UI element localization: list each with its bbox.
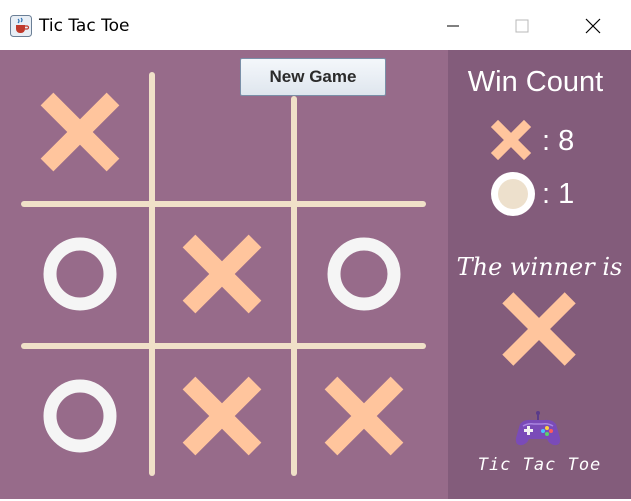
board-cell-4[interactable] — [30, 224, 130, 324]
x-mark — [182, 234, 262, 314]
board-cell-6[interactable] — [314, 224, 414, 324]
score-row-o: : 1 — [488, 168, 608, 218]
gamepad-icon — [515, 411, 561, 446]
board-cell-5[interactable] — [172, 224, 272, 324]
board-cell-2[interactable] — [172, 82, 272, 182]
score-row-x: : 8 — [488, 115, 608, 165]
winner-x-mark — [502, 292, 576, 366]
score-o-value: : 1 — [542, 178, 575, 210]
o-mark — [327, 237, 401, 311]
board-cell-7[interactable] — [30, 366, 130, 466]
x-mark-icon — [490, 119, 532, 161]
minimize-icon — [447, 25, 459, 27]
board-cell-8[interactable] — [172, 366, 272, 466]
java-cup-icon — [10, 15, 32, 37]
new-game-button[interactable]: New Game — [240, 58, 386, 96]
score-x-value: : 8 — [542, 125, 575, 157]
grid-line-vertical-1 — [149, 72, 155, 476]
grid-line-vertical-2 — [291, 96, 297, 476]
maximize-icon — [515, 19, 529, 33]
board-cell-3[interactable] — [314, 82, 414, 182]
close-button[interactable] — [570, 8, 616, 44]
grid-line-horizontal-2 — [21, 343, 426, 349]
winner-label: The winner is — [456, 253, 623, 281]
o-mark-icon — [491, 172, 535, 216]
o-mark — [43, 237, 117, 311]
window-title: Tic Tac Toe — [39, 16, 130, 36]
o-mark — [43, 379, 117, 453]
app-window: Tic Tac Toe New Game Win Count : 8: 1 T… — [0, 0, 631, 501]
title-bar: Tic Tac Toe — [0, 0, 631, 50]
close-icon — [585, 18, 601, 34]
minimize-button[interactable] — [430, 8, 476, 44]
x-mark — [324, 376, 404, 456]
board-cell-1[interactable] — [30, 82, 130, 182]
x-mark — [40, 92, 120, 172]
footer-title: Tic Tac Toe — [477, 455, 602, 475]
grid-line-horizontal-1 — [21, 201, 426, 207]
board-cell-9[interactable] — [314, 366, 414, 466]
x-mark — [182, 376, 262, 456]
win-count-title: Win Count — [467, 66, 604, 98]
maximize-button[interactable] — [499, 8, 545, 44]
